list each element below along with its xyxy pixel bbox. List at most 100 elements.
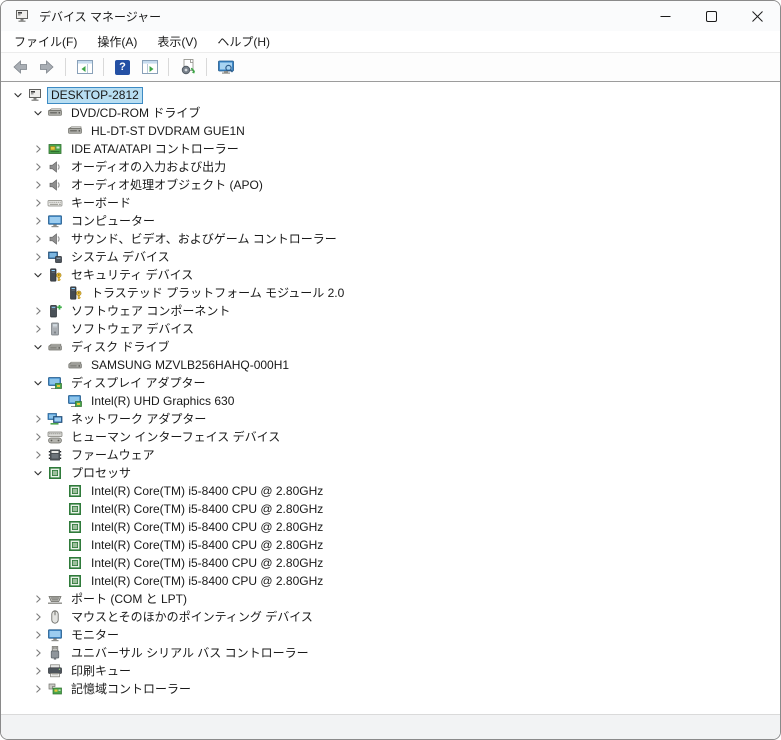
toolbar-separator [206, 58, 207, 76]
firmware-icon [47, 447, 63, 463]
tree-item[interactable]: ネットワーク アダプター [1, 410, 780, 428]
tree-item[interactable]: 印刷キュー [1, 662, 780, 680]
tree-item[interactable]: Intel(R) Core(TM) i5-8400 CPU @ 2.80GHz [1, 554, 780, 572]
chevron-right-icon[interactable] [29, 609, 47, 625]
remote-computer-button[interactable] [213, 55, 238, 79]
chevron-right-icon[interactable] [29, 213, 47, 229]
tree-item[interactable]: DVD/CD-ROM ドライブ [1, 104, 780, 122]
security-device-icon [47, 267, 63, 283]
tree-item[interactable]: Intel(R) Core(TM) i5-8400 CPU @ 2.80GHz [1, 500, 780, 518]
chevron-down-icon[interactable] [9, 87, 27, 103]
chevron-down-icon[interactable] [29, 375, 47, 391]
tree-item-label: IDE ATA/ATAPI コントローラー [71, 141, 239, 156]
tree-item[interactable]: DESKTOP-2812 [1, 86, 780, 104]
tree-item-label: ソフトウェア デバイス [71, 321, 194, 336]
chevron-right-icon[interactable] [29, 231, 47, 247]
chevron-down-icon[interactable] [29, 339, 47, 355]
security-device-icon [67, 285, 83, 301]
device-manager-window: デバイス マネージャー ファイル(F) 操作(A) 表示(V) ヘルプ(H) ? DE… [0, 0, 781, 740]
tree-item[interactable]: システム デバイス [1, 248, 780, 266]
maximize-button[interactable] [688, 1, 734, 31]
tree-item[interactable]: コンピューター [1, 212, 780, 230]
minimize-button[interactable] [642, 1, 688, 31]
chevron-down-icon[interactable] [29, 465, 47, 481]
tree-item[interactable]: HL-DT-ST DVDRAM GUE1N [1, 122, 780, 140]
tree-item-label: ファームウェア [71, 447, 155, 462]
tree-item[interactable]: 記憶域コントローラー [1, 680, 780, 698]
tree-item[interactable]: ディスプレイ アダプター [1, 374, 780, 392]
tree-item-label: Intel(R) Core(TM) i5-8400 CPU @ 2.80GHz [91, 483, 324, 498]
tree-item[interactable]: サウンド、ビデオ、およびゲーム コントローラー [1, 230, 780, 248]
tree-item[interactable]: セキュリティ デバイス [1, 266, 780, 284]
show-action-pane-button[interactable] [137, 55, 162, 79]
cd-drive-icon [47, 105, 63, 121]
show-console-tree-button[interactable] [72, 55, 97, 79]
chevron-right-icon[interactable] [29, 195, 47, 211]
tree-item[interactable]: オーディオの入力および出力 [1, 158, 780, 176]
tree-item[interactable]: ポート (COM と LPT) [1, 590, 780, 608]
speaker-icon [47, 159, 63, 175]
display-adapter-icon [67, 393, 83, 409]
port-icon [47, 591, 63, 607]
back-button[interactable] [7, 55, 32, 79]
chevron-right-icon[interactable] [29, 303, 47, 319]
chevron-right-icon[interactable] [29, 645, 47, 661]
tree-item[interactable]: オーディオ処理オブジェクト (APO) [1, 176, 780, 194]
chevron-right-icon[interactable] [29, 591, 47, 607]
chevron-right-icon[interactable] [29, 141, 47, 157]
tree-item[interactable]: Intel(R) UHD Graphics 630 [1, 392, 780, 410]
chevron-right-icon[interactable] [29, 447, 47, 463]
scan-hardware-changes-button[interactable] [175, 55, 200, 79]
help-button[interactable]: ? [110, 55, 135, 79]
tree-item[interactable]: Intel(R) Core(TM) i5-8400 CPU @ 2.80GHz [1, 518, 780, 536]
tree-item[interactable]: Intel(R) Core(TM) i5-8400 CPU @ 2.80GHz [1, 572, 780, 590]
tree-item[interactable]: Intel(R) Core(TM) i5-8400 CPU @ 2.80GHz [1, 536, 780, 554]
chevron-right-icon[interactable] [29, 681, 47, 697]
chevron-right-icon[interactable] [29, 411, 47, 427]
close-icon [751, 10, 763, 22]
close-button[interactable] [734, 1, 780, 31]
tree-item-label: キーボード [71, 195, 132, 210]
menu-item-action[interactable]: 操作(A) [87, 30, 147, 53]
maximize-icon [705, 10, 717, 22]
chevron-right-icon[interactable] [29, 177, 47, 193]
tree-item[interactable]: ソフトウェア コンポーネント [1, 302, 780, 320]
tree-item[interactable]: マウスとそのほかのポインティング デバイス [1, 608, 780, 626]
tree-item[interactable]: ヒューマン インターフェイス デバイス [1, 428, 780, 446]
mouse-icon [47, 609, 63, 625]
menu-item-help[interactable]: ヘルプ(H) [207, 30, 280, 53]
chevron-right-icon[interactable] [29, 321, 47, 337]
tree-item[interactable]: Intel(R) Core(TM) i5-8400 CPU @ 2.80GHz [1, 482, 780, 500]
tree-item[interactable]: ファームウェア [1, 446, 780, 464]
chevron-right-icon[interactable] [29, 249, 47, 265]
monitor-icon [47, 213, 63, 229]
tree-item[interactable]: SAMSUNG MZVLB256HAHQ-000H1 [1, 356, 780, 374]
tree-item[interactable]: モニター [1, 626, 780, 644]
tree-item[interactable]: IDE ATA/ATAPI コントローラー [1, 140, 780, 158]
software-component-icon [47, 303, 63, 319]
tree-item[interactable]: プロセッサ [1, 464, 780, 482]
tree-item[interactable]: ディスク ドライブ [1, 338, 780, 356]
menu-item-view[interactable]: 表示(V) [147, 30, 207, 53]
forward-button[interactable] [34, 55, 59, 79]
speaker-icon [47, 231, 63, 247]
tree-item[interactable]: ユニバーサル シリアル バス コントローラー [1, 644, 780, 662]
tree-item[interactable]: トラステッド プラットフォーム モジュール 2.0 [1, 284, 780, 302]
remote-monitor-icon [217, 58, 235, 76]
chevron-down-icon[interactable] [29, 267, 47, 283]
chevron-right-icon[interactable] [29, 663, 47, 679]
chevron-down-icon[interactable] [29, 105, 47, 121]
chevron-right-icon[interactable] [29, 159, 47, 175]
chevron-right-icon[interactable] [29, 627, 47, 643]
tree-item[interactable]: キーボード [1, 194, 780, 212]
chevron-right-icon[interactable] [29, 429, 47, 445]
processor-icon [67, 519, 83, 535]
tree-item[interactable]: ソフトウェア デバイス [1, 320, 780, 338]
ide-controller-icon [47, 141, 63, 157]
menu-item-file[interactable]: ファイル(F) [4, 30, 87, 53]
